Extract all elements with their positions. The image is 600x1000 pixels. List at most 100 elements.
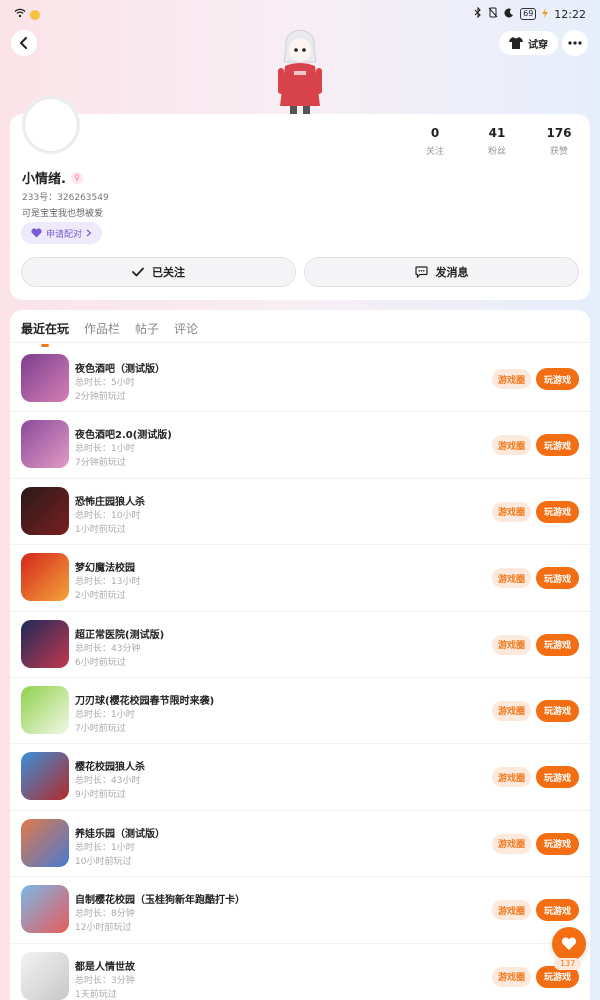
game-circle-button[interactable]: 游戏圈	[491, 966, 531, 987]
message-button[interactable]: 发消息	[304, 257, 579, 287]
tab-posts[interactable]: 帖子	[135, 320, 159, 337]
battery-indicator: 69	[520, 8, 537, 20]
play-game-button[interactable]: 玩游戏	[535, 766, 579, 789]
content-card: 最近在玩 作品栏 帖子 评论 夜色酒吧（测试版） 总时长：5小时 2分钟前玩过 游戏圈…	[10, 310, 590, 1000]
bio: 可是宝宝我也想被爱	[22, 209, 104, 219]
game-circle-button[interactable]: 游戏圈	[491, 634, 531, 655]
chevron-left-icon	[20, 37, 27, 49]
game-title: 夜色酒吧2.0(测试版)	[75, 430, 172, 442]
nickname-row: 小情绪. ♀	[22, 168, 83, 187]
game-title: 樱花校园狼人杀	[75, 762, 145, 774]
game-row[interactable]: 恐怖庄园狼人杀 总时长：10小时 1小时前玩过 游戏圈 玩游戏	[10, 479, 590, 546]
stat-label: 粉丝	[487, 147, 506, 157]
game-thumbnail[interactable]	[21, 951, 69, 1000]
game-last-played: 10小时前玩过	[75, 856, 132, 867]
tab-recently-played[interactable]: 最近在玩	[21, 320, 69, 347]
game-row[interactable]: 超正常医院(测试版) 总时长：43分钟 6小时前玩过 游戏圈 玩游戏	[10, 612, 590, 678]
stat-value: 0	[430, 126, 440, 140]
avatar[interactable]	[22, 96, 80, 154]
female-icon: ♀	[70, 171, 83, 184]
try-on-label: 试穿	[528, 39, 548, 51]
game-row[interactable]: 梦幻魔法校园 总时长：13小时 2小时前玩过 游戏圈 玩游戏	[10, 545, 590, 612]
game-circle-button[interactable]: 游戏圈	[491, 833, 531, 854]
like-count: 137	[554, 958, 582, 970]
game-thumbnail[interactable]	[21, 752, 69, 801]
game-last-played: 7分钟前玩过	[75, 458, 126, 469]
like-button[interactable]	[552, 927, 586, 961]
game-title: 刀刃球(樱花校园春节限时来袭)	[75, 695, 215, 707]
check-icon	[132, 267, 144, 277]
heart-icon	[31, 228, 42, 238]
shirt-icon	[509, 37, 523, 49]
game-title: 恐怖庄园狼人杀	[75, 496, 145, 508]
play-game-button[interactable]: 玩游戏	[535, 699, 579, 722]
game-row[interactable]: 夜色酒吧（测试版） 总时长：5小时 2分钟前玩过 游戏圈 玩游戏	[10, 346, 590, 413]
game-duration: 总时长：43小时	[75, 776, 141, 787]
game-circle-button[interactable]: 游戏圈	[491, 435, 531, 456]
play-game-button[interactable]: 玩游戏	[535, 368, 579, 390]
game-duration: 总时长：8分钟	[75, 909, 135, 920]
game-thumbnail[interactable]	[21, 619, 69, 668]
game-thumbnail[interactable]	[21, 420, 69, 469]
stat-following[interactable]: 0 关注	[418, 126, 452, 157]
game-circle-button[interactable]: 游戏圈	[491, 568, 531, 589]
game-duration: 总时长：1小时	[75, 842, 135, 853]
game-duration: 总时长：5小时	[75, 378, 135, 388]
play-game-button[interactable]: 玩游戏	[535, 633, 579, 656]
game-circle-button[interactable]: 游戏圈	[491, 767, 531, 788]
tab-comments[interactable]: 评论	[174, 320, 198, 337]
play-game-button[interactable]: 玩游戏	[535, 832, 579, 855]
game-row[interactable]: 樱花校园狼人杀 总时长：43小时 9小时前玩过 游戏圈 玩游戏	[10, 744, 590, 811]
clock: 12:22	[554, 7, 586, 21]
play-game-button[interactable]: 玩游戏	[535, 434, 579, 457]
game-circle-button[interactable]: 游戏圈	[491, 900, 531, 921]
stat-followers[interactable]: 41 粉丝	[480, 126, 514, 157]
game-thumbnail[interactable]	[21, 885, 69, 934]
game-circle-button[interactable]: 游戏圈	[491, 501, 531, 522]
coin-icon	[30, 9, 40, 20]
stat-likes[interactable]: 176 获赞	[542, 126, 576, 157]
tab-bar: 最近在玩 作品栏 帖子 评论	[21, 320, 198, 347]
game-last-played: 1小时前玩过	[75, 524, 126, 535]
game-duration: 总时长：10小时	[75, 510, 141, 521]
pair-request-button[interactable]: 申请配对	[21, 222, 103, 244]
game-row[interactable]: 刀刃球(樱花校园春节限时来袭) 总时长：1小时 7小时前玩过 游戏圈 玩游戏	[10, 678, 590, 745]
game-title: 梦幻魔法校园	[75, 563, 135, 575]
game-circle-button[interactable]: 游戏圈	[491, 700, 531, 721]
game-list: 夜色酒吧（测试版） 总时长：5小时 2分钟前玩过 游戏圈 玩游戏 夜色酒吧2.0(测试版)…	[10, 346, 590, 1000]
follow-button[interactable]: 已关注	[21, 257, 296, 287]
game-last-played: 12小时前玩过	[75, 923, 132, 934]
play-game-button[interactable]: 玩游戏	[535, 899, 579, 922]
game-thumbnail[interactable]	[21, 486, 69, 535]
try-on-button[interactable]: 试穿	[499, 31, 558, 55]
play-game-button[interactable]: 玩游戏	[535, 500, 579, 523]
more-dots-icon	[568, 41, 582, 45]
game-row[interactable]: 都是人情世故 总时长：3分钟 1天前玩过 游戏圈 玩游戏	[10, 944, 590, 1000]
game-title: 超正常医院(测试版)	[75, 629, 165, 641]
back-button[interactable]	[11, 30, 37, 56]
tab-works[interactable]: 作品栏	[84, 320, 120, 337]
more-button[interactable]	[562, 30, 588, 56]
avatar-figure[interactable]	[270, 26, 330, 116]
game-thumbnail[interactable]	[21, 685, 69, 734]
game-title: 自制樱花校园（玉桂狗新年跑酷打卡）	[75, 895, 245, 907]
game-row[interactable]: 自制樱花校园（玉桂狗新年跑酷打卡） 总时长：8分钟 12小时前玩过 游戏圈 玩游戏	[10, 877, 590, 944]
game-title: 养娃乐园（测试版）	[75, 828, 165, 840]
stat-value: 41	[488, 126, 506, 140]
bluetooth-icon	[474, 6, 482, 21]
game-title: 夜色酒吧（测试版）	[75, 364, 165, 375]
game-thumbnail[interactable]	[21, 818, 69, 867]
vibrate-icon	[488, 7, 498, 21]
game-row[interactable]: 养娃乐园（测试版） 总时长：1小时 10小时前玩过 游戏圈 玩游戏	[10, 811, 590, 878]
tab-divider	[10, 342, 590, 343]
moon-icon	[504, 8, 514, 21]
charging-icon	[542, 7, 549, 21]
game-row[interactable]: 夜色酒吧2.0(测试版) 总时长：1小时 7分钟前玩过 游戏圈 玩游戏	[10, 412, 590, 479]
game-thumbnail[interactable]	[21, 553, 69, 602]
play-game-button[interactable]: 玩游戏	[535, 567, 579, 590]
heart-icon	[561, 937, 577, 950]
game-circle-button[interactable]: 游戏圈	[491, 369, 531, 389]
status-bar: 69 12:22	[0, 0, 600, 28]
chat-icon	[414, 266, 428, 278]
game-thumbnail[interactable]	[21, 354, 69, 402]
